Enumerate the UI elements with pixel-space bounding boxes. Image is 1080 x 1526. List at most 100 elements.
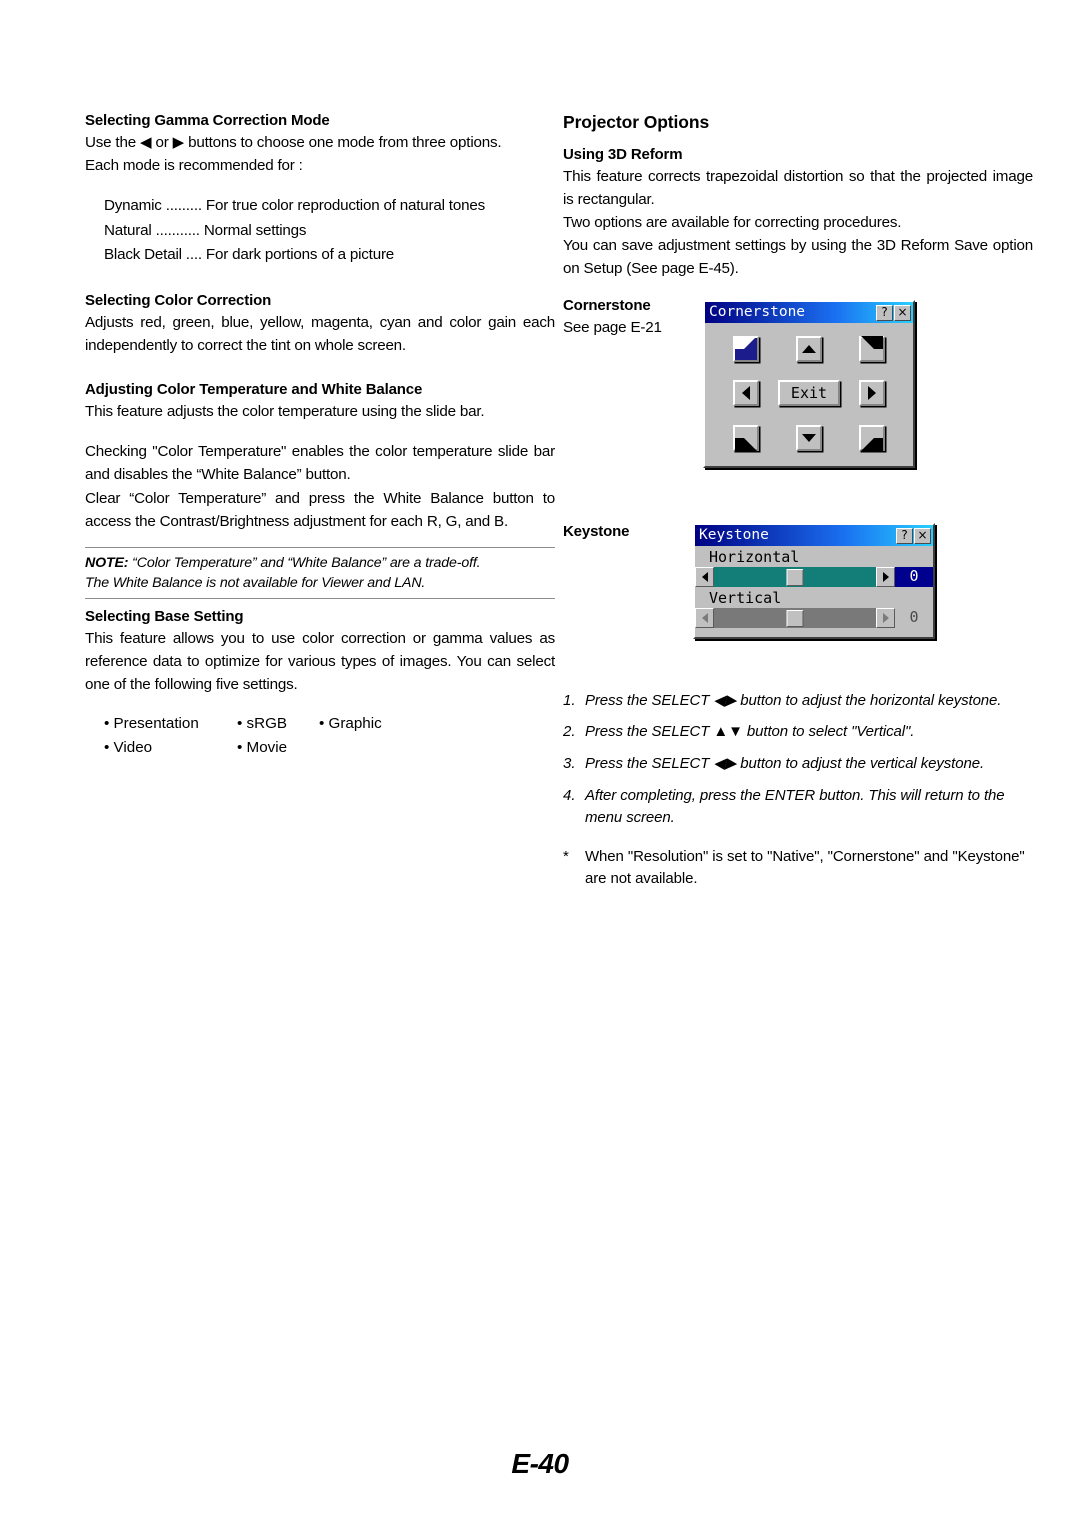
base-setting-body: This feature allows you to use color cor…: [85, 629, 555, 694]
vertical-slider-thumb[interactable]: [786, 609, 804, 627]
step-number: 1.: [563, 691, 576, 709]
step-number: 4.: [563, 786, 576, 804]
cornerstone-title-text: Cornerstone: [709, 304, 806, 321]
option-video: • Video: [104, 738, 153, 756]
step-item: 4. After completing, press the ENTER but…: [563, 785, 1033, 829]
availability-note: * When "Resolution" is set to "Native", …: [563, 846, 1033, 890]
horizontal-label: Horizontal: [709, 548, 800, 566]
gamma-intro-line-1: Use the ◀ or ▶ buttons to choose one mod…: [85, 134, 502, 151]
heading-base-setting: Selecting Base Setting: [85, 607, 244, 625]
step-number: 2.: [563, 723, 576, 741]
step-item: 3. Press the SELECT ◀▶ button to adjust …: [563, 753, 1033, 775]
base-setting-options-row: • Presentation • sRGB • Graphic: [104, 712, 555, 736]
right-column: Projector Options Using 3D Reform This f…: [563, 112, 1033, 890]
note-label: NOTE:: [85, 554, 129, 571]
horizontal-value: 0: [909, 567, 919, 585]
base-setting-options-row: • Video • Movie: [104, 736, 555, 760]
color-correction-body: Adjusts red, green, blue, yellow, magent…: [85, 314, 555, 355]
step-text: Press the SELECT ◀▶ button to adjust the…: [585, 755, 985, 773]
heading-gamma-correction: Selecting Gamma Correction Mode: [85, 112, 330, 129]
vertical-increment-button[interactable]: [876, 608, 895, 628]
close-icon[interactable]: ×: [914, 527, 931, 544]
help-icon[interactable]: ?: [896, 527, 913, 544]
arrow-left-icon: [742, 386, 751, 401]
base-setting-options: • Presentation • sRGB • Graphic • Video …: [104, 712, 555, 759]
step-number: 3.: [563, 755, 576, 773]
option-empty: [319, 736, 439, 760]
cornerstone-dialog: Cornerstone ? × Exit: [703, 300, 915, 468]
horizontal-slider-thumb[interactable]: [786, 568, 804, 586]
document-page: Selecting Gamma Correction Mode Use the …: [0, 0, 1080, 1526]
page-title: Projector Options: [563, 112, 710, 132]
step-text: Press the SELECT ▲▼ button to select "Ve…: [585, 723, 915, 741]
keystone-steps: 1. Press the SELECT ◀▶ button to adjust …: [563, 690, 1033, 829]
asterisk-marker: *: [563, 848, 569, 866]
note-line-2: The White Balance is not available for V…: [85, 575, 426, 592]
arrow-right-icon: [882, 613, 889, 623]
arrow-down-icon: [801, 433, 816, 442]
horizontal-slider-row[interactable]: 0: [695, 567, 933, 587]
keystone-body: Horizontal 0 Vertical 0: [695, 546, 933, 637]
option-movie: • Movie: [237, 738, 288, 756]
vertical-value: 0: [909, 608, 919, 626]
edge-bottom-button[interactable]: [795, 424, 822, 451]
edge-top-button[interactable]: [795, 336, 822, 363]
arrow-left-icon: [701, 572, 708, 582]
corner-bottom-right-icon: [860, 425, 883, 451]
option-presentation: • Presentation: [104, 715, 199, 733]
corner-top-right-button[interactable]: [858, 336, 885, 363]
corner-bottom-right-button[interactable]: [858, 424, 885, 451]
note-text-1: “Color Temperature” and “White Balance” …: [128, 554, 481, 571]
note-line-1: NOTE: “Color Temperature” and “White Bal…: [85, 553, 555, 574]
vertical-decrement-button[interactable]: [695, 608, 714, 628]
corner-top-right-icon: [860, 336, 883, 362]
corner-bottom-left-button[interactable]: [733, 424, 760, 451]
vertical-label: Vertical: [709, 589, 782, 607]
arrow-up-icon: [801, 345, 816, 354]
cornerstone-button-grid: Exit: [705, 323, 913, 466]
color-temperature-para-3: Clear “Color Temperature” and press the …: [85, 489, 555, 530]
arrow-right-icon: [882, 572, 889, 582]
left-column: Selecting Gamma Correction Mode Use the …: [85, 112, 555, 759]
heading-using-3d-reform: Using 3D Reform: [563, 146, 683, 163]
step-text: Press the SELECT ◀▶ button to adjust the…: [585, 691, 1002, 709]
horizontal-increment-button[interactable]: [876, 567, 895, 587]
gamma-mode-black-detail: Black Detail .... For dark portions of a…: [104, 246, 395, 264]
horizontal-decrement-button[interactable]: [695, 567, 714, 587]
step-item: 2. Press the SELECT ▲▼ button to select …: [563, 721, 1033, 743]
step-item: 1. Press the SELECT ◀▶ button to adjust …: [563, 690, 1033, 712]
reform-para-2: Two options are available for correcting…: [563, 214, 902, 232]
keystone-titlebar: Keystone ? ×: [695, 525, 933, 546]
reform-para-3: You can save adjustment settings by usin…: [563, 237, 1033, 278]
keystone-title-text: Keystone: [699, 527, 769, 544]
color-temperature-para-2: Checking "Color Temperature" enables the…: [85, 443, 555, 484]
page-number-footer: E-40: [511, 1448, 569, 1479]
edge-left-button[interactable]: [733, 380, 760, 407]
vertical-slider-row[interactable]: 0: [695, 608, 933, 628]
corner-top-left-icon: [735, 336, 758, 362]
exit-button[interactable]: Exit: [777, 380, 840, 407]
help-icon[interactable]: ?: [876, 304, 893, 321]
vertical-slider-track[interactable]: [714, 608, 876, 628]
step-text: After completing, press the ENTER button…: [585, 786, 1005, 826]
color-temperature-body: This feature adjusts the color temperatu…: [85, 403, 485, 421]
gamma-mode-dynamic: Dynamic ......... For true color reprodu…: [104, 197, 485, 215]
heading-color-correction: Selecting Color Correction: [85, 292, 272, 310]
reform-para-1: This feature corrects trapezoidal distor…: [563, 168, 1033, 209]
cornerstone-titlebar: Cornerstone ? ×: [705, 302, 913, 323]
gamma-mode-list: Dynamic ......... For true color reprodu…: [104, 194, 555, 268]
arrow-left-icon: [701, 613, 708, 623]
close-icon[interactable]: ×: [894, 304, 911, 321]
edge-right-button[interactable]: [858, 380, 885, 407]
horizontal-slider-track[interactable]: [714, 567, 876, 587]
heading-color-temperature: Adjusting Color Temperature and White Ba…: [85, 381, 423, 399]
arrow-right-icon: [867, 386, 876, 401]
corner-top-left-button[interactable]: [733, 336, 760, 363]
